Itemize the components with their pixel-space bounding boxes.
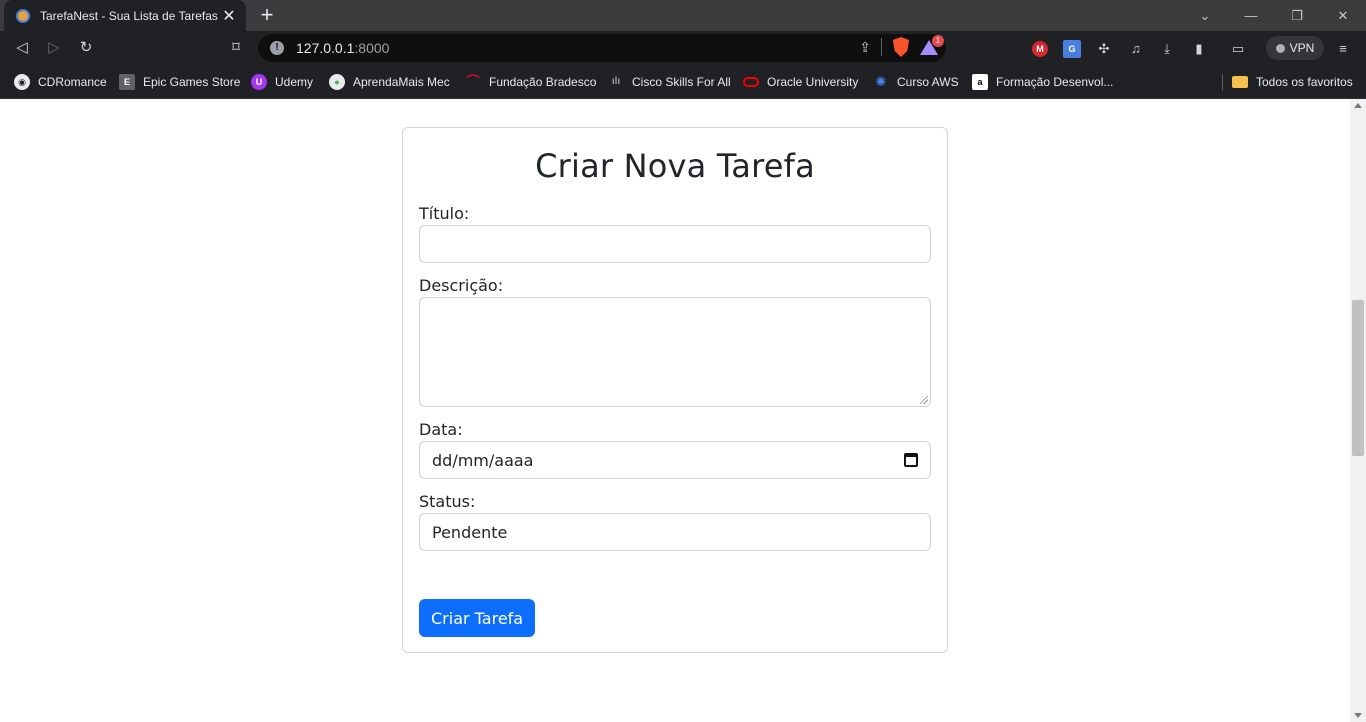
aws-icon: ✺	[875, 74, 887, 89]
folder-icon	[1232, 76, 1248, 88]
bookmark-label: CDRomance	[38, 75, 107, 89]
descricao-textarea[interactable]	[419, 297, 931, 407]
bookmark-cisco[interactable]: ılı Cisco Skills For All	[608, 72, 731, 92]
page-title: Criar Nova Tarefa	[535, 147, 815, 185]
back-icon[interactable]: ◁	[10, 36, 34, 60]
music-icon[interactable]: ♫	[1127, 40, 1145, 58]
wallet-icon[interactable]: ▭	[1229, 40, 1247, 58]
data-label: Data:	[419, 420, 463, 439]
bookmark-label: Udemy	[275, 75, 314, 89]
descricao-label: Descrição:	[419, 276, 504, 295]
url-port: :8000	[354, 40, 390, 56]
brave-rewards-icon[interactable]: 1	[920, 35, 944, 56]
tab-favicon-icon	[16, 8, 30, 23]
alura-icon: a	[972, 74, 988, 90]
cdromance-icon: ◉	[14, 74, 30, 90]
sidebar-icon[interactable]: ▮	[1190, 40, 1208, 58]
status-label: Status:	[419, 492, 476, 511]
bookmark-label: Epic Games Store	[143, 75, 241, 89]
minimize-button[interactable]: —	[1228, 0, 1274, 31]
new-tab-button[interactable]: +	[256, 4, 278, 26]
oracle-icon	[743, 77, 759, 87]
translate-icon[interactable]: G	[1063, 40, 1081, 58]
epic-games-icon: E	[119, 74, 135, 90]
vpn-button[interactable]: VPN	[1266, 36, 1324, 60]
resize-grip-icon[interactable]	[920, 396, 928, 404]
share-icon[interactable]: ⇪	[859, 39, 871, 56]
titulo-label: Título:	[419, 204, 470, 223]
mega-icon[interactable]: M	[1032, 41, 1048, 57]
bookmark-label: AprendaMais Mec	[353, 75, 450, 89]
calendar-icon[interactable]	[904, 453, 918, 467]
vpn-label: VPN	[1289, 41, 1315, 55]
bookmark-label: Oracle University	[767, 75, 859, 89]
bookmark-cdromance[interactable]: ◉ CDRomance	[14, 72, 107, 92]
page-scrollbar[interactable]	[1350, 99, 1366, 722]
aprendamais-icon: ●	[329, 74, 345, 90]
restore-button[interactable]: ❐	[1274, 0, 1320, 31]
bookmark-formacao[interactable]: a Formação Desenvol...	[972, 72, 1113, 92]
close-window-button[interactable]: ✕	[1320, 0, 1366, 31]
bookmark-icon[interactable]: ⌑	[224, 36, 248, 60]
vpn-status-icon	[1275, 43, 1285, 53]
bookmark-oracle[interactable]: Oracle University	[743, 72, 858, 92]
forward-icon[interactable]: ▷	[42, 36, 66, 60]
bookmark-label: Curso AWS	[897, 75, 959, 89]
close-tab-icon[interactable]: ✕	[220, 6, 238, 26]
menu-icon[interactable]: ≡	[1334, 40, 1352, 58]
puzzle-icon[interactable]: ✣	[1095, 40, 1113, 58]
bookmark-udemy[interactable]: U Udemy	[251, 72, 313, 92]
download-icon[interactable]: ⤓	[1158, 40, 1176, 58]
bookmark-epic-games[interactable]: E Epic Games Store	[119, 72, 240, 92]
browser-toolbar: ◁ ▷ ↻ ⌑ ! 127.0.0.1:8000 ⇪ 1 M G ✣ ♫ ⤓ ▮…	[0, 31, 1366, 65]
bookmarks-divider	[1222, 74, 1223, 90]
tab-strip: TarefaNest - Sua Lista de Tarefas ✕ + ⌄ …	[0, 0, 1366, 31]
bookmark-label: Formação Desenvol...	[996, 75, 1114, 89]
tab-title: TarefaNest - Sua Lista de Tarefas	[40, 8, 218, 23]
titulo-input[interactable]	[419, 225, 931, 263]
scroll-up-icon[interactable]	[1354, 103, 1362, 108]
omnibox-divider	[881, 38, 882, 56]
bookmark-label: Fundação Bradesco	[489, 75, 597, 89]
data-placeholder: dd/mm/aaaa	[432, 450, 534, 470]
cisco-icon: ılı	[611, 76, 621, 87]
site-info-icon[interactable]: !	[270, 41, 284, 55]
task-form-card: Criar Nova Tarefa Título: Descrição: Dat…	[402, 127, 948, 653]
bookmark-aprendamais[interactable]: ● AprendaMais Mec	[329, 72, 450, 92]
tab-search-icon[interactable]: ⌄	[1182, 0, 1228, 31]
bookmark-label: Cisco Skills For All	[632, 75, 731, 89]
all-bookmarks-label: Todos os favoritos	[1256, 75, 1353, 89]
data-input[interactable]: dd/mm/aaaa	[419, 441, 931, 479]
brave-shields-icon[interactable]	[892, 37, 910, 57]
status-input[interactable]: Pendente	[419, 513, 931, 551]
address-bar[interactable]: ! 127.0.0.1:8000 ⇪ 1	[258, 34, 946, 62]
scroll-down-icon[interactable]	[1354, 713, 1362, 718]
browser-tab[interactable]: TarefaNest - Sua Lista de Tarefas ✕	[4, 0, 246, 31]
reload-icon[interactable]: ↻	[74, 36, 98, 60]
form-actions: Criar Tarefa	[419, 599, 931, 637]
bookmark-fundacao-bradesco[interactable]: ⌒ Fundação Bradesco	[465, 72, 596, 92]
criar-tarefa-button[interactable]: Criar Tarefa	[419, 599, 536, 637]
bookmark-aws[interactable]: ✺ Curso AWS	[873, 72, 959, 92]
scrollbar-thumb[interactable]	[1352, 300, 1364, 456]
url-host: 127.0.0.1	[296, 40, 355, 56]
rewards-badge: 1	[932, 35, 944, 47]
bradesco-icon: ⌒	[466, 74, 480, 89]
udemy-icon: U	[251, 74, 267, 90]
all-bookmarks-button[interactable]: Todos os favoritos	[1232, 72, 1353, 92]
bookmarks-bar: ◉ CDRomance E Epic Games Store U Udemy ●…	[0, 65, 1366, 99]
page-content: Criar Nova Tarefa Título: Descrição: Dat…	[0, 99, 1350, 722]
